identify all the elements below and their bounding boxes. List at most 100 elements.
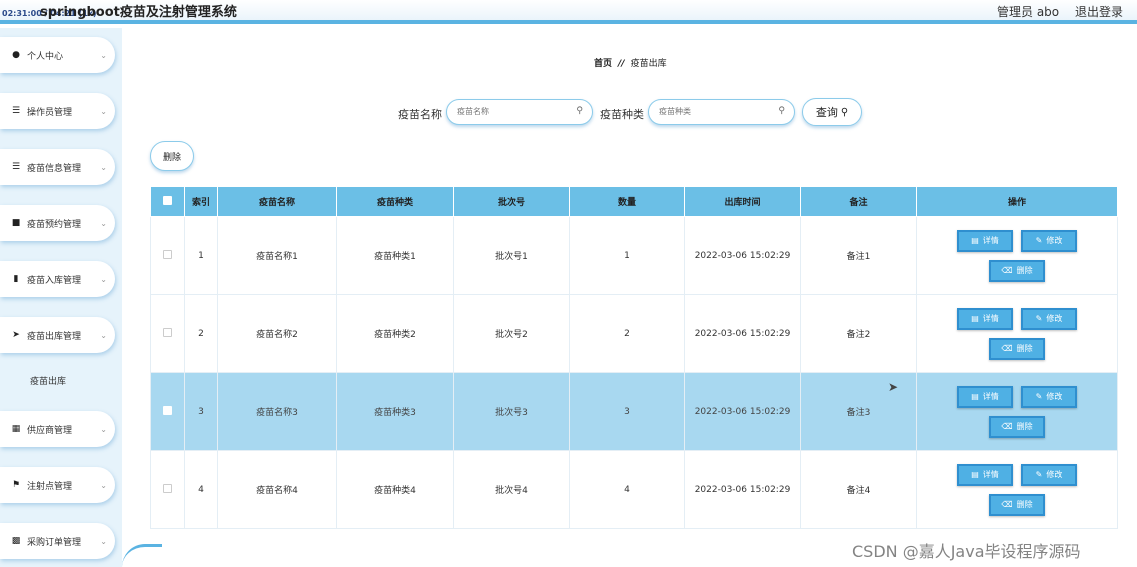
detail-button[interactable]: ▤ 详情 bbox=[957, 385, 1013, 408]
sidebar-item-label: 操作员管理 bbox=[27, 107, 73, 118]
cell-note: 备注1 bbox=[800, 216, 917, 295]
cell-note: 备注2 bbox=[800, 294, 917, 373]
vaccine-type-search[interactable]: ⚲ bbox=[648, 99, 795, 125]
edit-button[interactable]: ✎ 修改 bbox=[1021, 463, 1077, 486]
sidebar-item-suppliers[interactable]: ▦ 供应商管理 ⌄ bbox=[0, 411, 115, 447]
document-icon: ▩ bbox=[11, 536, 21, 546]
delete-button[interactable]: ⌫ 删除 bbox=[989, 415, 1045, 438]
detail-icon: ▤ bbox=[971, 392, 979, 401]
vaccine-outbound-table: 索引 疫苗名称 疫苗种类 批次号 数量 出库时间 备注 操作 1 疫苗名称1 疫… bbox=[150, 186, 1118, 529]
cell-quantity: 2 bbox=[569, 294, 685, 373]
delete-button[interactable]: ⌫ 删除 bbox=[989, 259, 1045, 282]
row-checkbox[interactable] bbox=[163, 405, 172, 415]
sidebar-item-personal-center[interactable]: ● 个人中心 ⌄ bbox=[0, 37, 115, 73]
edit-label: 修改 bbox=[1046, 392, 1063, 401]
sidebar-item-label: 疫苗入库管理 bbox=[27, 275, 82, 286]
cell-index: 4 bbox=[184, 450, 218, 529]
detail-label: 详情 bbox=[982, 314, 999, 323]
cell-name: 疫苗名称2 bbox=[217, 294, 337, 373]
select-all-checkbox[interactable] bbox=[163, 195, 172, 205]
sidebar-item-operators[interactable]: ☰ 操作员管理 ⌄ bbox=[0, 93, 115, 129]
detail-button[interactable]: ▤ 详情 bbox=[957, 463, 1013, 486]
trash-icon: ⌫ bbox=[1001, 344, 1013, 353]
chevron-down-icon: ⌄ bbox=[100, 424, 107, 434]
submenu-vaccine-outbound[interactable]: 疫苗出库 bbox=[30, 374, 66, 387]
edit-icon: ✎ bbox=[1035, 392, 1043, 401]
detail-label: 详情 bbox=[982, 236, 999, 245]
sidebar-item-label: 注射点管理 bbox=[27, 481, 73, 492]
column-header: 数量 bbox=[569, 186, 685, 217]
row-checkbox[interactable] bbox=[163, 327, 172, 337]
select-all-cell[interactable] bbox=[150, 186, 185, 217]
cell-time: 2022-03-06 15:02:29 bbox=[684, 216, 801, 295]
list-icon: ☰ bbox=[11, 162, 21, 172]
edit-icon: ✎ bbox=[1035, 314, 1043, 323]
cell-note: 备注4 bbox=[800, 450, 917, 529]
vaccine-name-label: 疫苗名称 bbox=[398, 108, 442, 121]
sidebar-item-injection-points[interactable]: ⚑ 注射点管理 ⌄ bbox=[0, 467, 115, 503]
edit-button[interactable]: ✎ 修改 bbox=[1021, 229, 1077, 252]
cell-actions: ▤ 详情 ✎ 修改 ⌫ 删除 bbox=[916, 294, 1118, 373]
box-icon: ▮ bbox=[13, 274, 19, 284]
edit-button[interactable]: ✎ 修改 bbox=[1021, 307, 1077, 330]
search-icon: ⚲ bbox=[576, 106, 583, 116]
sidebar-item-purchase-orders[interactable]: ▩ 采购订单管理 ⌄ bbox=[0, 523, 115, 559]
table-row[interactable]: 4 疫苗名称4 疫苗种类4 批次号4 4 2022-03-06 15:02:29… bbox=[150, 450, 1118, 529]
vaccine-name-input[interactable] bbox=[457, 107, 567, 116]
batch-delete-button[interactable]: 删除 bbox=[150, 141, 194, 171]
detail-button[interactable]: ▤ 详情 bbox=[957, 307, 1013, 330]
query-button[interactable]: 查询 ⚲ bbox=[802, 98, 862, 126]
list-icon: ☰ bbox=[11, 106, 21, 116]
edit-icon: ✎ bbox=[1035, 236, 1043, 245]
breadcrumb-separator: // bbox=[618, 59, 625, 69]
delete-button[interactable]: ⌫ 删除 bbox=[989, 493, 1045, 516]
cell-time: 2022-03-06 15:02:29 bbox=[684, 372, 801, 451]
chevron-down-icon: ⌄ bbox=[100, 480, 107, 490]
sidebar-item-vaccine-appointment[interactable]: ■ 疫苗预约管理 ⌄ bbox=[0, 205, 115, 241]
vaccine-name-search[interactable]: ⚲ bbox=[446, 99, 593, 125]
chevron-down-icon: ⌄ bbox=[100, 330, 107, 340]
search-icon: ⚲ bbox=[778, 106, 785, 116]
table-row-highlighted[interactable]: 3 疫苗名称3 疫苗种类3 批次号3 3 2022-03-06 15:02:29… bbox=[150, 372, 1118, 451]
column-header: 出库时间 bbox=[684, 186, 801, 217]
delete-button[interactable]: ⌫ 删除 bbox=[989, 337, 1045, 360]
top-bar: 02:31:00 / 04:21 (1x) springboot疫苗及注射管理系… bbox=[0, 0, 1137, 24]
column-header: 备注 bbox=[800, 186, 917, 217]
cell-batch: 批次号4 bbox=[453, 450, 570, 529]
table-row[interactable]: 1 疫苗名称1 疫苗种类1 批次号1 1 2022-03-06 15:02:29… bbox=[150, 216, 1118, 295]
vaccine-type-input[interactable] bbox=[659, 107, 769, 116]
sidebar-item-vaccine-outbound[interactable]: ➤ 疫苗出库管理 ⌄ bbox=[0, 317, 115, 353]
breadcrumb-home[interactable]: 首页 bbox=[594, 59, 612, 69]
sidebar-item-label: 疫苗预约管理 bbox=[27, 219, 82, 230]
sidebar-item-label: 采购订单管理 bbox=[27, 537, 82, 548]
delete-label: 删除 bbox=[1016, 500, 1033, 509]
edit-button[interactable]: ✎ 修改 bbox=[1021, 385, 1077, 408]
grid-icon: ▦ bbox=[11, 424, 21, 434]
search-icon: ⚲ bbox=[840, 106, 849, 118]
row-checkbox[interactable] bbox=[163, 249, 172, 259]
sidebar-item-label: 个人中心 bbox=[27, 51, 64, 62]
table-row[interactable]: 2 疫苗名称2 疫苗种类2 批次号2 2 2022-03-06 15:02:29… bbox=[150, 294, 1118, 373]
detail-label: 详情 bbox=[982, 392, 999, 401]
sidebar-item-vaccine-inbound[interactable]: ▮ 疫苗入库管理 ⌄ bbox=[0, 261, 115, 297]
cell-type: 疫苗种类1 bbox=[336, 216, 454, 295]
detail-button[interactable]: ▤ 详情 bbox=[957, 229, 1013, 252]
cell-batch: 批次号1 bbox=[453, 216, 570, 295]
row-checkbox[interactable] bbox=[163, 483, 172, 493]
chevron-down-icon: ⌄ bbox=[100, 50, 107, 60]
logout-link[interactable]: 退出登录 bbox=[1075, 3, 1123, 20]
column-header: 批次号 bbox=[453, 186, 570, 217]
send-icon: ➤ bbox=[12, 330, 20, 340]
cell-name: 疫苗名称1 bbox=[217, 216, 337, 295]
cell-quantity: 3 bbox=[569, 372, 685, 451]
cell-actions: ▤ 详情 ✎ 修改 ⌫ 删除 bbox=[916, 450, 1118, 529]
chevron-down-icon: ⌄ bbox=[100, 106, 107, 116]
detail-icon: ▤ bbox=[971, 314, 979, 323]
table-header-row: 索引 疫苗名称 疫苗种类 批次号 数量 出库时间 备注 操作 bbox=[150, 186, 1118, 217]
cell-type: 疫苗种类3 bbox=[336, 372, 454, 451]
edit-label: 修改 bbox=[1046, 470, 1063, 479]
watermark: CSDN @嘉人Java毕设程序源码 bbox=[852, 542, 1081, 561]
sidebar: ● 个人中心 ⌄ ☰ 操作员管理 ⌄ ☰ 疫苗信息管理 ⌄ ■ 疫苗预约管理 ⌄… bbox=[0, 28, 122, 567]
sidebar-item-vaccine-info[interactable]: ☰ 疫苗信息管理 ⌄ bbox=[0, 149, 115, 185]
breadcrumb: 首页 // 疫苗出库 bbox=[594, 56, 667, 69]
